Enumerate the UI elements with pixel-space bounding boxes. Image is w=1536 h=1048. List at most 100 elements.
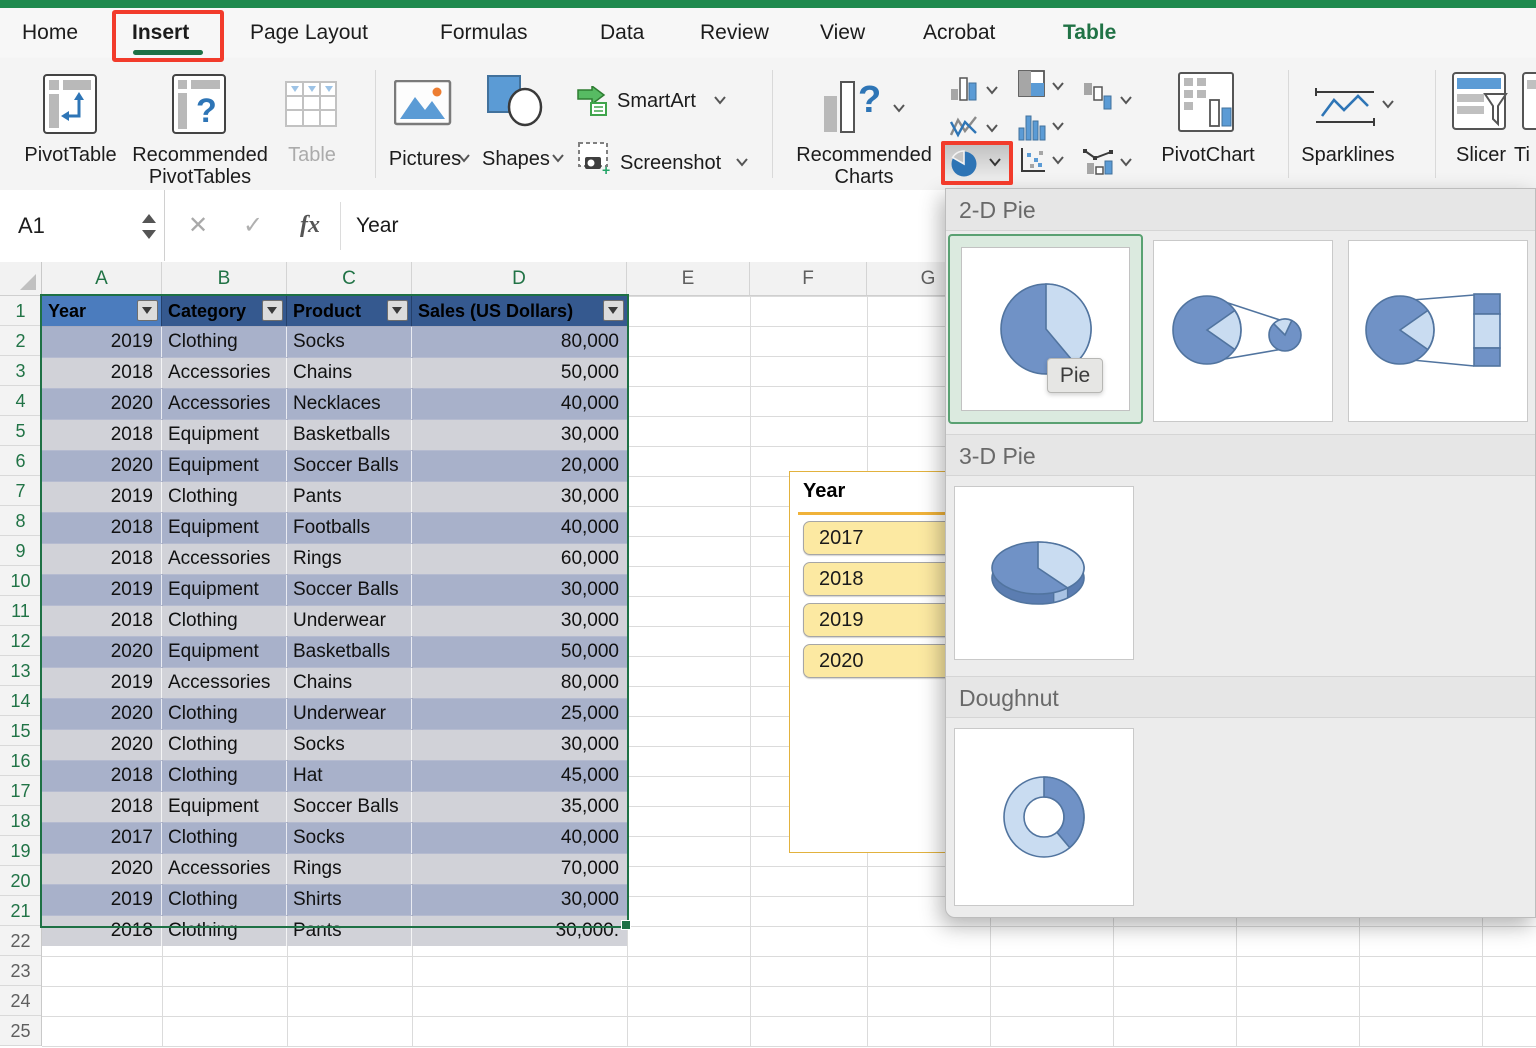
row-header-15[interactable]: 15 <box>0 716 41 746</box>
cell-category[interactable]: Accessories <box>162 358 287 388</box>
cell-product[interactable]: Chains <box>287 358 412 388</box>
cell-year[interactable]: 2019 <box>42 668 162 698</box>
cell-category[interactable]: Clothing <box>162 885 287 915</box>
insert-statistic-chart-icon[interactable] <box>1018 112 1046 147</box>
cell-year[interactable]: 2018 <box>42 761 162 791</box>
tab-data[interactable]: Data <box>600 8 644 58</box>
row-header-12[interactable]: 12 <box>0 626 41 656</box>
tab-view[interactable]: View <box>820 8 865 58</box>
cell-category[interactable]: Clothing <box>162 730 287 760</box>
cell-year[interactable]: 2019 <box>42 482 162 512</box>
cell-year[interactable]: 2018 <box>42 544 162 574</box>
pie-3d-option[interactable] <box>954 486 1134 660</box>
combo-chart-chevron[interactable] <box>1120 158 1132 167</box>
cell-sales[interactable]: 70,000 <box>412 854 627 884</box>
column-header-d[interactable]: D <box>412 262 627 295</box>
cell-product[interactable]: Socks <box>287 730 412 760</box>
cell-year[interactable]: 2018 <box>42 606 162 636</box>
timeline-label-partial[interactable]: Ti <box>1514 144 1536 166</box>
slicer-button-2017[interactable]: 2017 <box>803 521 967 555</box>
cell-sales[interactable]: 30,000 <box>412 420 627 450</box>
fill-handle[interactable] <box>621 920 631 930</box>
cell-year[interactable]: 2019 <box>42 575 162 605</box>
row-header-16[interactable]: 16 <box>0 746 41 776</box>
tab-page-layout[interactable]: Page Layout <box>250 8 368 58</box>
row-header-2[interactable]: 2 <box>0 326 41 356</box>
cell-year[interactable]: 2020 <box>42 699 162 729</box>
table-header-sales[interactable]: Sales (US Dollars) <box>412 296 627 326</box>
formula-bar-value[interactable]: Year <box>356 190 398 261</box>
cell-sales[interactable]: 60,000 <box>412 544 627 574</box>
cell-product[interactable]: Soccer Balls <box>287 792 412 822</box>
row-header-13[interactable]: 13 <box>0 656 41 686</box>
row-header-3[interactable]: 3 <box>0 356 41 386</box>
cell-sales[interactable]: 80,000 <box>412 668 627 698</box>
column-chart-chevron[interactable] <box>986 86 998 95</box>
row-header-5[interactable]: 5 <box>0 416 41 446</box>
row-header-18[interactable]: 18 <box>0 806 41 836</box>
pictures-label[interactable]: Pictures <box>385 148 465 170</box>
cell-sales[interactable]: 30,000 <box>412 885 627 915</box>
cell-product[interactable]: Hat <box>287 761 412 791</box>
cell-year[interactable]: 2020 <box>42 389 162 419</box>
insert-function-icon[interactable]: fx <box>300 190 320 261</box>
row-header-17[interactable]: 17 <box>0 776 41 806</box>
cell-category[interactable]: Clothing <box>162 482 287 512</box>
cell-product[interactable]: Pants <box>287 916 412 946</box>
cell-category[interactable]: Clothing <box>162 606 287 636</box>
pivotchart-icon[interactable] <box>1178 72 1236 139</box>
bar-chart-chevron[interactable] <box>1052 82 1064 91</box>
recommended-charts-label[interactable]: Recommended Charts <box>786 144 942 188</box>
pivotchart-label[interactable]: PivotChart <box>1156 144 1260 166</box>
cell-sales[interactable]: 40,000 <box>412 513 627 543</box>
timeline-icon-partial[interactable] <box>1522 72 1536 139</box>
insert-column-chart-icon[interactable] <box>950 74 978 107</box>
cell-category[interactable]: Accessories <box>162 668 287 698</box>
slicer-button-2019[interactable]: 2019 <box>803 603 967 637</box>
cell-category[interactable]: Clothing <box>162 916 287 946</box>
row-header-6[interactable]: 6 <box>0 446 41 476</box>
cell-sales[interactable]: 50,000 <box>412 358 627 388</box>
cell-category[interactable]: Equipment <box>162 637 287 667</box>
filter-dropdown-icon[interactable] <box>262 300 283 321</box>
cell-year[interactable]: 2019 <box>42 327 162 357</box>
sparklines-label[interactable]: Sparklines <box>1298 144 1398 166</box>
tab-home[interactable]: Home <box>22 8 78 58</box>
cell-sales[interactable]: 80,000 <box>412 327 627 357</box>
waterfall-chart-chevron[interactable] <box>1120 96 1132 105</box>
cell-year[interactable]: 2018 <box>42 358 162 388</box>
screenshot-label[interactable]: Screenshot <box>620 152 732 174</box>
doughnut-option[interactable] <box>954 728 1134 906</box>
cell-year[interactable]: 2018 <box>42 420 162 450</box>
cell-category[interactable]: Equipment <box>162 420 287 450</box>
cell-sales[interactable]: 45,000 <box>412 761 627 791</box>
cell-product[interactable]: Socks <box>287 327 412 357</box>
tab-acrobat[interactable]: Acrobat <box>923 8 995 58</box>
row-header-9[interactable]: 9 <box>0 536 41 566</box>
table-header-product[interactable]: Product <box>287 296 412 326</box>
row-header-19[interactable]: 19 <box>0 836 41 866</box>
cell-sales[interactable]: 35,000 <box>412 792 627 822</box>
row-header-10[interactable]: 10 <box>0 566 41 596</box>
cell-year[interactable]: 2020 <box>42 451 162 481</box>
cell-sales[interactable]: 30,000 <box>412 575 627 605</box>
cell-category[interactable]: Clothing <box>162 327 287 357</box>
cell-sales[interactable]: 30,000 <box>412 606 627 636</box>
confirm-entry-icon[interactable]: ✓ <box>243 190 263 261</box>
cell-sales[interactable]: 30,000 <box>412 482 627 512</box>
cell-sales[interactable]: 50,000 <box>412 637 627 667</box>
sparklines-icon[interactable] <box>1314 84 1376 135</box>
scatter-chart-chevron[interactable] <box>1052 156 1064 165</box>
insert-pie-chart-button[interactable] <box>949 147 981 184</box>
cell-category[interactable]: Equipment <box>162 451 287 481</box>
row-header-23[interactable]: 23 <box>0 956 41 986</box>
table-header-year[interactable]: Year <box>42 296 162 326</box>
smartart-label[interactable]: SmartArt <box>617 90 711 112</box>
table-header-category[interactable]: Category <box>162 296 287 326</box>
cell-product[interactable]: Chains <box>287 668 412 698</box>
cell-product[interactable]: Underwear <box>287 699 412 729</box>
cell-category[interactable]: Equipment <box>162 792 287 822</box>
row-header-21[interactable]: 21 <box>0 896 41 926</box>
cell-product[interactable]: Soccer Balls <box>287 451 412 481</box>
cell-product[interactable]: Basketballs <box>287 637 412 667</box>
